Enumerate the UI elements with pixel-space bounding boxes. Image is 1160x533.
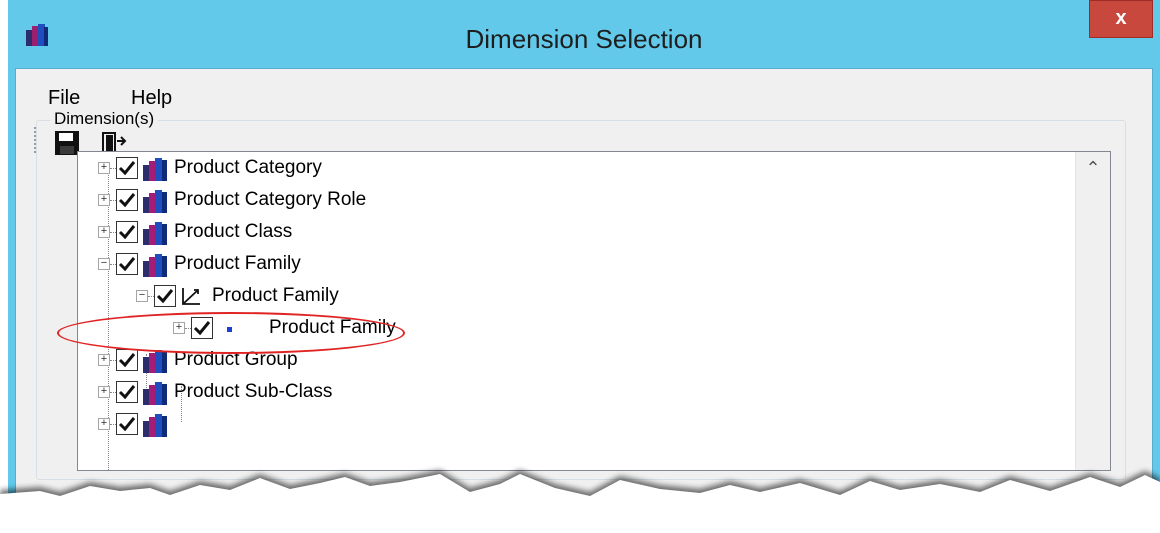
cube-dimension-icon: [142, 188, 170, 219]
checkbox[interactable]: [116, 221, 138, 243]
collapse-icon[interactable]: −: [136, 290, 148, 302]
checkbox[interactable]: [154, 285, 176, 307]
checkbox[interactable]: [116, 157, 138, 179]
check-mark-icon: [156, 289, 174, 304]
expand-icon[interactable]: +: [98, 418, 110, 430]
scroll-up-arrow-icon[interactable]: ⌃: [1076, 152, 1110, 184]
cube-dimension-icon: [142, 412, 170, 443]
checkbox[interactable]: [116, 413, 138, 435]
tree-row-label: Product Class: [174, 221, 293, 242]
product-family-highlight-circle: [57, 312, 405, 354]
tree-row-label: Product Category Role: [174, 189, 367, 210]
tree-row[interactable]: − Product Family: [78, 250, 1068, 280]
dimensions-group-label: Dimension(s): [50, 109, 159, 129]
tree-row[interactable]: + Product Class: [78, 218, 1068, 248]
expand-icon[interactable]: +: [98, 194, 110, 206]
tree-row-label: Product Category: [174, 157, 322, 178]
tree-row[interactable]: + Product Sub-Class: [78, 378, 1068, 408]
checkbox[interactable]: [116, 381, 138, 403]
title-bar[interactable]: Dimension Selection x: [8, 0, 1160, 68]
check-mark-icon: [118, 161, 136, 176]
check-mark-icon: [118, 225, 136, 240]
expand-icon[interactable]: +: [98, 226, 110, 238]
cube-dimension-icon: [142, 156, 170, 187]
hierarchy-icon: [180, 284, 206, 315]
close-button[interactable]: x: [1089, 0, 1153, 38]
menu-file[interactable]: File: [48, 87, 80, 110]
check-mark-icon: [118, 353, 136, 368]
checkbox[interactable]: [116, 253, 138, 275]
expand-icon[interactable]: +: [98, 162, 110, 174]
checkbox[interactable]: [116, 349, 138, 371]
menu-help[interactable]: Help: [131, 87, 172, 110]
expand-icon[interactable]: +: [98, 354, 110, 366]
tree-row[interactable]: +: [78, 410, 1068, 440]
cube-dimension-icon: [142, 348, 170, 379]
tree-row-label: Product Family: [174, 253, 301, 274]
tree-row-label: Product Sub-Class: [174, 381, 333, 402]
menu-bar: File Help: [16, 69, 1152, 121]
check-mark-icon: [118, 417, 136, 432]
check-mark-icon: [118, 193, 136, 208]
vertical-scrollbar[interactable]: ⌃: [1075, 152, 1110, 470]
tree-row-label: Product Family: [212, 285, 339, 306]
tree-row[interactable]: + Product Category Role: [78, 186, 1068, 216]
window-title: Dimension Selection: [465, 24, 703, 54]
expand-icon[interactable]: +: [98, 386, 110, 398]
cube-dimension-icon: [142, 380, 170, 411]
cube-dimension-icon: [142, 252, 170, 283]
torn-paper-edge: [0, 470, 1160, 533]
tree-row[interactable]: − Product Family: [78, 282, 1068, 312]
collapse-icon[interactable]: −: [98, 258, 110, 270]
cube-dimension-icon: [142, 220, 170, 251]
checkbox[interactable]: [116, 189, 138, 211]
dimension-tree[interactable]: + Product Category + Product Category Role +…: [77, 151, 1111, 471]
check-mark-icon: [118, 257, 136, 272]
tree-row[interactable]: + Product Category: [78, 154, 1068, 184]
check-mark-icon: [118, 385, 136, 400]
